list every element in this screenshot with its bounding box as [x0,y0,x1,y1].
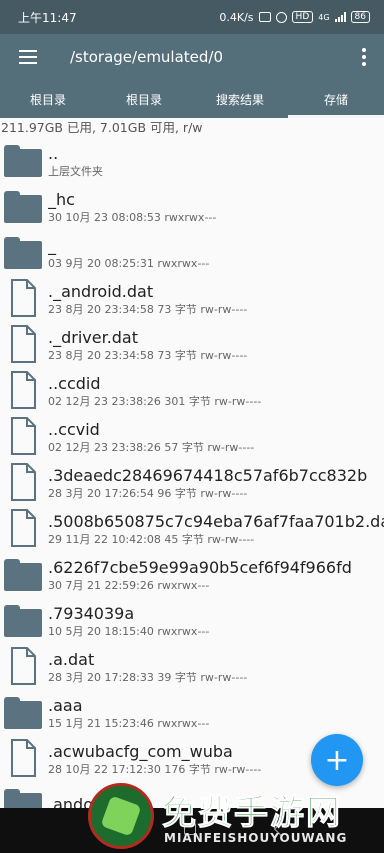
list-item[interactable]: ..ccdid 02 12月 23 23:38:26 301 字节 rw-rw--… [0,368,384,414]
folder-icon [0,138,46,184]
file-name: .. [48,143,59,163]
file-meta: 10 5月 20 18:15:40 rwxrwx--- [48,624,210,638]
file-icon [0,414,46,460]
list-item-text: _ 03 9月 20 08:25:31 rwxrwx--- [48,236,209,271]
file-name: _hc [48,189,75,209]
list-item[interactable]: .aaa 15 1月 21 15:23:46 rwxrwx--- [0,690,384,736]
list-item-text: .a.dat 28 3月 20 17:28:33 39 字节 rw-rw---- [48,650,247,685]
file-meta: 上层文件夹 [48,164,103,178]
tab-1[interactable]: 根目录 [96,80,192,118]
list-item-text: .6226f7cbe59e99a90b5cef6f94f966fd 30 7月 2… [48,558,352,593]
list-item[interactable]: .3deaedc28469674418c57af6b7cc832b 28 3月 2… [0,460,384,506]
add-button[interactable]: + [311,734,363,786]
file-name: _ [48,235,56,255]
file-meta: 28 3月 20 17:26:54 96 字节 rw-rw---- [48,486,248,500]
list-item-text: .7934039a 10 5月 20 18:15:40 rwxrwx--- [48,604,209,639]
file-icon [0,460,46,506]
tab-0[interactable]: 根目录 [0,80,96,118]
status-time: 上午11:47 [18,10,77,25]
list-item[interactable]: .. 上层文件夹 [0,138,384,184]
folder-icon [0,598,46,644]
folder-icon [0,184,46,230]
status-icons: 0.4K/s HD 4G 86 [219,11,370,24]
file-name: ._driver.dat [48,327,139,347]
file-icon [0,644,46,690]
app-bar: /storage/emulated/0 [0,34,384,80]
file-meta: 15 1月 21 15:23:46 rwxrwx--- [48,716,210,730]
list-item-text: .acwubacfg_com_wuba 28 10月 22 17:12:30 17… [48,742,261,777]
list-item-text: _hc 30 10月 23 08:08:53 rwxrwx--- [48,190,216,225]
list-item-text: .3deaedc28469674418c57af6b7cc832b 28 3月 2… [48,466,367,501]
file-name: .acwubacfg_com_wuba [48,741,233,761]
list-item-text: ._driver.dat 23 8月 20 23:34:58 73 字节 rw-r… [48,328,247,363]
system-nav-bar [0,808,384,853]
nav-back-icon[interactable] [273,821,289,837]
file-icon [0,368,46,414]
status-bar: 上午11:47 0.4K/s HD 4G 86 [0,0,384,34]
list-item-text: .aaa 15 1月 21 15:23:46 rwxrwx--- [48,696,209,731]
list-item-text: .. 上层文件夹 [48,144,103,179]
list-item[interactable]: ._android.dat 23 8月 20 23:34:58 73 字节 rw-… [0,276,384,322]
file-name: .6226f7cbe59e99a90b5cef6f94f966fd [48,557,352,577]
current-path[interactable]: /storage/emulated/0 [56,48,344,66]
network-speed: 0.4K/s [219,10,254,24]
list-item[interactable]: .6226f7cbe59e99a90b5cef6f94f966fd 30 7月 2… [0,552,384,598]
signal-label: 4G [318,12,330,22]
file-name: ._android.dat [48,281,154,301]
file-icon [0,276,46,322]
folder-icon [0,230,46,276]
file-name: .a.dat [48,649,95,669]
file-name: ..ccvid [48,419,100,439]
list-item[interactable]: ._driver.dat 23 8月 20 23:34:58 73 字节 rw-r… [0,322,384,368]
folder-icon [0,690,46,736]
more-vert-icon[interactable] [344,34,384,80]
file-name: .3deaedc28469674418c57af6b7cc832b [48,465,368,485]
signal-icon [334,12,346,22]
file-meta: 02 12月 23 23:38:26 57 字节 rw-rw---- [48,440,255,454]
tab-bar: 根目录 根目录 搜索结果 存储 [0,80,384,118]
hamburger-menu-icon[interactable] [0,34,56,80]
tab-2[interactable]: 搜索结果 [192,80,288,118]
file-meta: 28 10月 22 17:12:30 176 字节 rw-rw---- [48,762,262,776]
list-item-text: .5008b650875c7c94eba76af7faa701b2.dat 29 … [48,512,384,547]
list-item[interactable]: .7934039a 10 5月 20 18:15:40 rwxrwx--- [0,598,384,644]
hd-badge: HD [291,11,314,23]
list-item-text: ._android.dat 23 8月 20 23:34:58 73 字节 rw-… [48,282,247,317]
file-name: .5008b650875c7c94eba76af7faa701b2.dat [48,511,384,531]
folder-icon [0,552,46,598]
list-item[interactable]: ..ccvid 02 12月 23 23:38:26 57 字节 rw-rw---… [0,414,384,460]
list-item[interactable]: _hc 30 10月 23 08:08:53 rwxrwx--- [0,184,384,230]
bluetooth-icon [258,12,271,22]
list-item-text: ..ccdid 02 12月 23 23:38:26 301 字节 rw-rw--… [48,374,261,409]
file-meta: 30 7月 21 22:59:26 rwxrwx--- [48,578,210,592]
file-name: ..ccdid [48,373,101,393]
list-item[interactable]: _ 03 9月 20 08:25:31 rwxrwx--- [0,230,384,276]
nav-home-icon[interactable] [184,823,196,835]
file-icon [0,322,46,368]
file-icon [0,736,46,782]
file-meta: 23 8月 20 23:34:58 73 字节 rw-rw---- [48,348,248,362]
file-meta: 29 11月 22 10:42:08 45 字节 rw-rw---- [48,532,255,546]
add-icon: + [324,742,350,778]
file-name: .7934039a [48,603,135,623]
file-meta: 02 12月 23 23:38:26 301 字节 rw-rw---- [48,394,262,408]
storage-info: 211.97GB 已用, 7.01GB 可用, r/w [1,120,203,135]
tab-3[interactable]: 存储 [288,80,384,118]
list-item-text: ..ccvid 02 12月 23 23:38:26 57 字节 rw-rw---… [48,420,254,455]
file-meta: 03 9月 20 08:25:31 rwxrwx--- [48,256,210,270]
alarm-icon [275,11,287,23]
battery-icon: 86 [350,11,370,23]
file-name: .aaa [48,695,83,715]
file-meta: 28 3月 20 17:28:33 39 字节 rw-rw---- [48,670,248,684]
list-item[interactable]: .5008b650875c7c94eba76af7faa701b2.dat 29 … [0,506,384,552]
file-meta: 23 8月 20 23:34:58 73 字节 rw-rw---- [48,302,248,316]
list-item[interactable]: .a.dat 28 3月 20 17:28:33 39 字节 rw-rw---- [0,644,384,690]
file-icon [0,506,46,552]
file-meta: 30 10月 23 08:08:53 rwxrwx--- [48,210,217,224]
